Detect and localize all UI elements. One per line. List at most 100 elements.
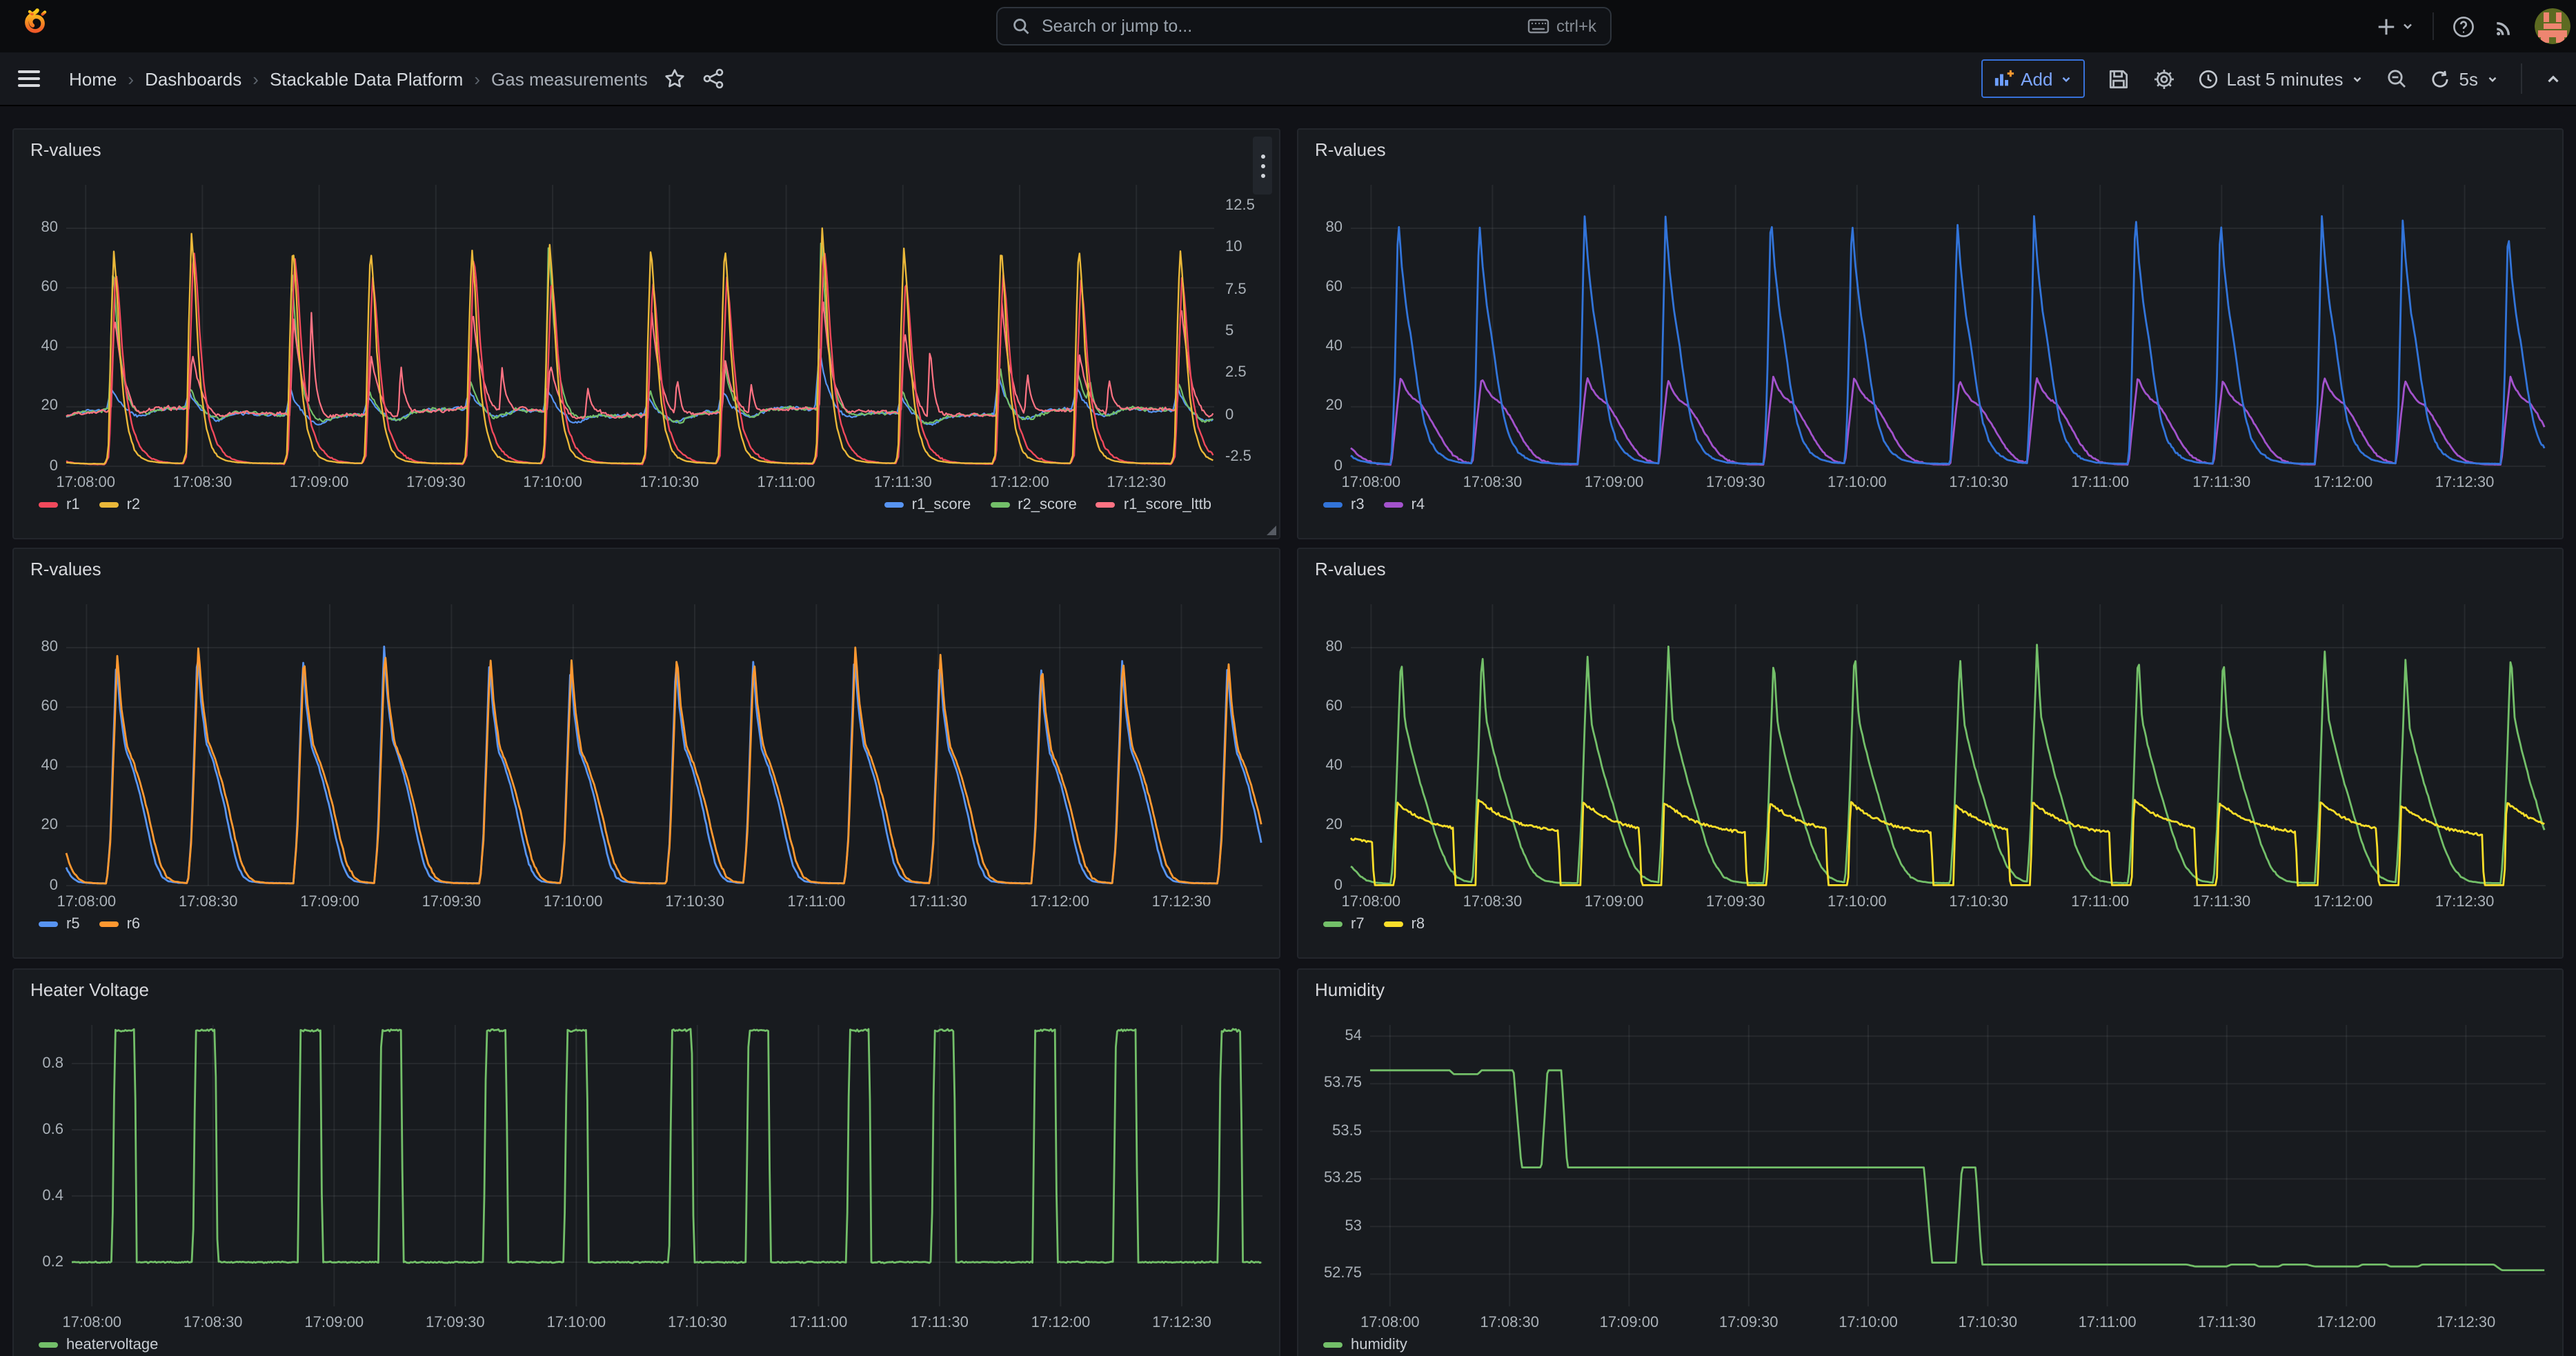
legend-swatch — [39, 921, 58, 927]
x-axis-label: 17:09:30 — [1694, 475, 1777, 491]
legend-item-r1_score[interactable]: r1_score — [884, 497, 971, 513]
panel-r-values-1: R-values 020406080-2.502.557.51012.517:0… — [12, 128, 1280, 539]
collapse-toolbar-icon[interactable] — [2544, 70, 2562, 88]
menu-toggle-button[interactable] — [17, 68, 41, 90]
time-range-picker[interactable]: Last 5 minutes — [2197, 68, 2364, 89]
series-r1_score_lttb[interactable] — [66, 302, 1213, 419]
chart-area: 02040608017:08:0017:08:3017:09:0017:09:3… — [14, 549, 1279, 957]
x-axis-label: 17:12:30 — [1095, 475, 1178, 491]
y-axis-label: 20 — [12, 398, 58, 416]
panel-title[interactable]: Humidity — [1315, 979, 1385, 1000]
x-axis-label: 17:10:30 — [656, 1315, 739, 1331]
legend-item-r3[interactable]: r3 — [1323, 497, 1365, 513]
grafana-logo-icon[interactable] — [17, 6, 58, 47]
panel-title[interactable]: R-values — [30, 139, 101, 160]
legend-item-r5[interactable]: r5 — [39, 916, 80, 933]
legend-item-humidity[interactable]: humidity — [1323, 1337, 1407, 1353]
panel-title[interactable]: R-values — [1315, 139, 1386, 160]
legend-label: r1_score — [912, 497, 971, 513]
zoom-out-icon[interactable] — [2386, 68, 2408, 90]
legend-item-heatervoltage[interactable]: heatervoltage — [39, 1337, 158, 1353]
x-axis-label: 17:10:00 — [535, 1315, 617, 1331]
legend-item-r7[interactable]: r7 — [1323, 916, 1365, 933]
legend-group-left: r5 r6 — [39, 916, 140, 933]
x-axis-label: 17:08:30 — [1451, 894, 1534, 910]
help-icon[interactable] — [2452, 14, 2475, 38]
panel-title[interactable]: Heater Voltage — [30, 979, 149, 1000]
series-r3[interactable] — [1351, 216, 2544, 463]
favorite-star-icon[interactable] — [664, 68, 686, 90]
x-axis-label: 17:08:00 — [1349, 1315, 1431, 1331]
avatar[interactable] — [2535, 8, 2570, 44]
search-icon — [1011, 17, 1031, 36]
add-button[interactable]: Add — [1981, 59, 2084, 98]
search-placeholder: Search or jump to... — [1042, 17, 1516, 36]
x-axis-label: 17:09:00 — [278, 475, 361, 491]
x-axis-label: 17:11:30 — [898, 1315, 981, 1331]
y-axis-label: 80 — [1297, 639, 1343, 657]
save-dashboard-icon[interactable] — [2106, 67, 2130, 90]
x-axis-label: 17:09:00 — [293, 1315, 375, 1331]
panel-resize-handle[interactable] — [1267, 526, 1276, 535]
legend-item-r1_score_lttb[interactable]: r1_score_lttb — [1096, 497, 1211, 513]
x-axis-label: 17:12:00 — [2301, 894, 2384, 910]
legend-item-r8[interactable]: r8 — [1384, 916, 1425, 933]
legend-item-r6[interactable]: r6 — [99, 916, 141, 933]
search-input[interactable]: Search or jump to... ctrl+k — [996, 7, 1612, 46]
x-axis-label: 17:11:00 — [2059, 894, 2141, 910]
y-axis-label: 53.5 — [1309, 1122, 1362, 1140]
settings-gear-icon[interactable] — [2152, 67, 2175, 90]
y-axis-label: 20 — [12, 817, 58, 835]
breadcrumb-item-stackable-data-platform[interactable]: Stackable Data Platform — [270, 68, 463, 89]
panel-menu-kebab-icon[interactable] — [1253, 137, 1272, 195]
news-rss-icon[interactable] — [2493, 14, 2517, 38]
breadcrumb-separator: › — [252, 68, 259, 89]
legend-swatch — [1323, 502, 1343, 508]
share-icon[interactable] — [703, 68, 725, 90]
series-r5[interactable] — [66, 646, 1261, 883]
x-axis-label: 17:11:30 — [2186, 1315, 2268, 1331]
divider — [2521, 63, 2522, 94]
series-r2_score[interactable] — [66, 243, 1213, 423]
panel-title[interactable]: R-values — [1315, 559, 1386, 579]
y-axis-label: 0.4 — [12, 1187, 63, 1205]
y-axis-label: 0.2 — [12, 1253, 63, 1271]
y-axis-label: 20 — [1297, 817, 1343, 835]
series-r4[interactable] — [1351, 377, 2544, 465]
new-button[interactable] — [2376, 16, 2415, 37]
breadcrumb-item-dashboards[interactable]: Dashboards — [145, 68, 241, 89]
series-r1[interactable] — [66, 253, 1213, 464]
legend-item-r2_score[interactable]: r2_score — [990, 497, 1077, 513]
x-axis-label: 17:08:00 — [1329, 894, 1412, 910]
y-axis-right-label: 5 — [1225, 323, 1280, 341]
panel-title[interactable]: R-values — [30, 559, 101, 579]
legend-item-r4[interactable]: r4 — [1384, 497, 1425, 513]
legend-label: humidity — [1351, 1337, 1407, 1353]
y-axis-label: 54 — [1309, 1027, 1362, 1045]
x-axis-label: 17:08:00 — [1329, 475, 1412, 491]
chevron-down-icon — [2486, 72, 2499, 85]
legend-swatch — [1384, 921, 1403, 927]
refresh-picker[interactable]: 5s — [2430, 68, 2499, 89]
breadcrumb-item-home[interactable]: Home — [69, 68, 117, 89]
chart-area: 52.755353.2553.553.755417:08:0017:08:301… — [1298, 970, 2562, 1356]
series-r7[interactable] — [1351, 645, 2544, 884]
legend-label: r1 — [66, 497, 80, 513]
y-axis-label: 40 — [12, 339, 58, 357]
plus-icon — [2376, 16, 2397, 37]
series-r8[interactable] — [1351, 800, 2544, 886]
legend-swatch — [99, 502, 119, 508]
series-r6[interactable] — [66, 648, 1261, 884]
legend-swatch — [1096, 502, 1116, 508]
series-humidity[interactable] — [1370, 1070, 2544, 1270]
breadcrumb-separator: › — [128, 68, 134, 89]
legend-item-r1[interactable]: r1 — [39, 497, 80, 513]
series-r2[interactable] — [66, 228, 1213, 464]
y-axis-right-label: 12.5 — [1225, 197, 1280, 215]
x-axis-label: 17:11:30 — [2180, 894, 2263, 910]
legend-item-r2[interactable]: r2 — [99, 497, 141, 513]
x-axis-label: 17:10:30 — [653, 894, 736, 910]
chart-svg — [1298, 970, 2564, 1356]
y-axis-label: 60 — [12, 698, 58, 716]
y-axis-label: 52.75 — [1309, 1265, 1362, 1283]
